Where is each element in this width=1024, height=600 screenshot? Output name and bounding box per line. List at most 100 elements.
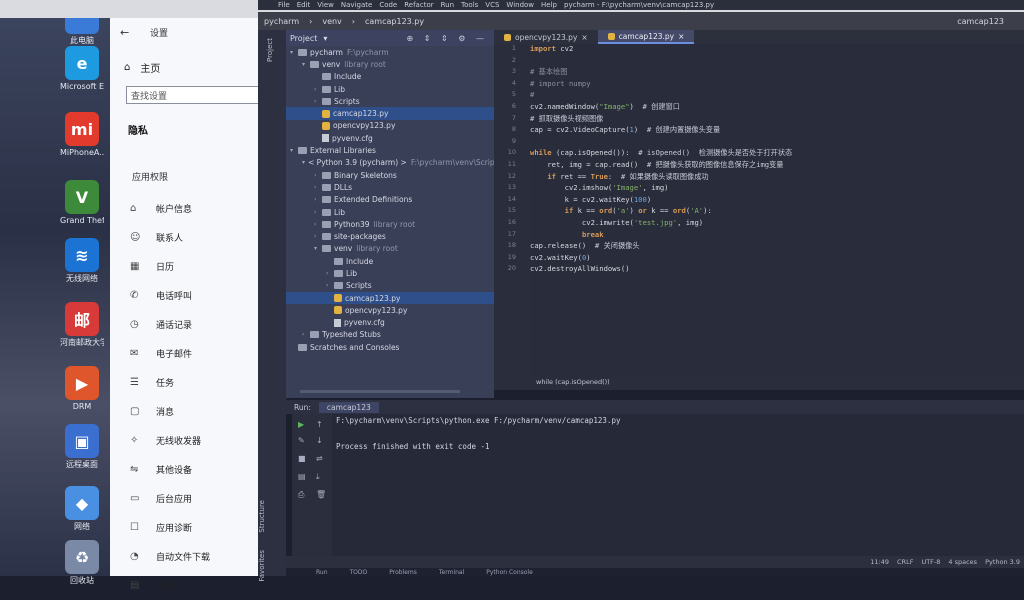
menu-item[interactable]: Navigate <box>341 1 372 9</box>
scroll-to-end-icon[interactable]: ⤓ <box>316 472 326 481</box>
expand-arrow-icon[interactable]: › <box>302 331 310 338</box>
settings-nav-item[interactable]: ☺ 联系人 <box>130 223 210 252</box>
chevron-down-icon[interactable]: ▾ <box>323 34 327 43</box>
desktop-icon[interactable]: ▶ DRM <box>60 366 104 411</box>
status-item[interactable]: Python 3.9 <box>985 558 1020 566</box>
tree-node[interactable]: Include <box>286 255 494 267</box>
expand-arrow-icon[interactable]: › <box>314 196 322 203</box>
favorites-side-tab[interactable]: Favorites <box>258 550 266 582</box>
run-console-output[interactable]: F:\pycharm\venv\Scripts\python.exe F:/py… <box>332 414 1024 566</box>
breadcrumb-venv[interactable]: venv <box>322 17 341 26</box>
tree-node[interactable]: camcap123.py <box>286 291 494 305</box>
expand-arrow-icon[interactable]: ▾ <box>302 61 310 68</box>
layout-icon[interactable]: ▤ <box>298 472 308 481</box>
tree-node[interactable]: › Extended Definitions <box>286 194 494 206</box>
settings-nav-item[interactable]: ✧ 无线收发器 <box>130 426 210 455</box>
expand-arrow-icon[interactable]: › <box>314 209 322 216</box>
settings-search-input[interactable]: 查找设置 <box>126 86 260 104</box>
expand-arrow-icon[interactable]: ▾ <box>302 159 305 166</box>
settings-nav-item[interactable]: ✉ 电子邮件 <box>130 339 210 368</box>
desktop-icon[interactable]: ▣ 远程桌面 <box>60 424 104 469</box>
expand-arrow-icon[interactable]: › <box>314 98 322 105</box>
tree-node[interactable]: ▾ < Python 3.9 (pycharm) > F:\pycharm\venv… <box>286 157 495 169</box>
expand-arrow-icon[interactable]: ▾ <box>290 147 298 154</box>
project-toolbar-icons[interactable]: ⊕ ⇕ ⇕ ⚙ — <box>407 34 488 43</box>
desktop-icon[interactable]: e Microsoft Edge <box>60 46 104 91</box>
tree-node[interactable]: ▾ pycharm F:\pycharm <box>286 46 494 58</box>
project-view-selector[interactable]: Project <box>290 34 317 43</box>
tree-node[interactable]: › DLLs <box>286 181 494 193</box>
tree-node[interactable]: › Lib <box>286 206 494 218</box>
tree-node[interactable]: Include <box>286 71 494 83</box>
expand-arrow-icon[interactable]: › <box>314 86 322 93</box>
editor-tab[interactable]: opencvpy123.py × <box>494 30 598 44</box>
tree-node[interactable]: › site-packages <box>286 230 494 242</box>
desktop-icon[interactable]: mi MiPhoneA... <box>60 112 104 157</box>
settings-home[interactable]: ⌂ 主页 <box>124 60 160 75</box>
back-arrow-icon[interactable]: ← <box>120 26 129 39</box>
tree-node[interactable]: › Lib <box>286 83 494 95</box>
close-icon[interactable]: × <box>581 33 587 42</box>
expand-arrow-icon[interactable]: › <box>314 221 322 228</box>
menu-item[interactable]: Window <box>506 1 534 9</box>
status-item[interactable]: 4 spaces <box>948 558 977 566</box>
expand-arrow-icon[interactable]: › <box>314 233 322 240</box>
tree-node[interactable]: Scratches and Consoles <box>286 341 494 353</box>
bottom-tool-tab[interactable]: Problems <box>389 569 417 576</box>
status-item[interactable]: CRLF <box>897 558 913 566</box>
print-icon[interactable]: ⎙ <box>298 490 308 499</box>
tree-node[interactable]: ▾ venv library root <box>286 243 494 255</box>
project-horizontal-scrollbar[interactable] <box>300 390 460 393</box>
project-side-tab[interactable]: Project <box>266 38 274 62</box>
tree-node[interactable]: › Scripts <box>286 280 494 292</box>
desktop-icon[interactable]: ≋ 无线网络 <box>60 238 104 283</box>
scroll-down-icon[interactable]: ↓ <box>316 436 326 445</box>
menu-item[interactable]: VCS <box>485 1 499 9</box>
tree-node[interactable]: › Binary Skeletons <box>286 169 494 181</box>
bottom-tool-tab[interactable]: Terminal <box>439 569 464 576</box>
tree-node[interactable]: › Typeshed Stubs <box>286 329 494 341</box>
settings-nav-item[interactable]: ◔ 自动文件下载 <box>130 542 210 571</box>
expand-arrow-icon[interactable]: › <box>326 270 334 277</box>
settings-nav-item[interactable]: ✆ 电话呼叫 <box>130 281 210 310</box>
wrench-icon[interactable]: ✎ <box>298 436 308 445</box>
menu-item[interactable]: Tools <box>461 1 478 9</box>
desktop-icon[interactable]: ♻ 回收站 <box>60 540 104 585</box>
close-icon[interactable]: × <box>678 32 684 41</box>
settings-nav-item[interactable]: ◷ 通话记录 <box>130 310 210 339</box>
menu-item[interactable]: Run <box>441 1 454 9</box>
run-config-selector[interactable]: camcap123 <box>957 17 1004 26</box>
bottom-tool-tab[interactable]: Python Console <box>486 569 533 576</box>
settings-nav-item[interactable]: ▢ 消息 <box>130 397 210 426</box>
settings-nav-item[interactable]: ☰ 任务 <box>130 368 210 397</box>
settings-nav-item[interactable]: ⇋ 其他设备 <box>130 455 210 484</box>
menu-item[interactable]: File <box>278 1 290 9</box>
code-breadcrumb[interactable]: while (cap.isOpened()) <box>530 378 1024 390</box>
stop-icon[interactable]: ■ <box>298 454 308 463</box>
expand-arrow-icon[interactable]: › <box>314 172 322 179</box>
soft-wrap-icon[interactable]: ⇌ <box>316 454 326 463</box>
scroll-up-icon[interactable]: ↑ <box>316 420 326 429</box>
menu-item[interactable]: Refactor <box>404 1 433 9</box>
tree-node[interactable]: opencvpy123.py <box>286 304 494 316</box>
tree-node[interactable]: camcap123.py <box>286 107 494 120</box>
bottom-tool-tab[interactable]: Run <box>316 569 328 576</box>
menu-item[interactable]: Code <box>379 1 397 9</box>
breadcrumb-file[interactable]: camcap123.py <box>365 17 424 26</box>
desktop-icon[interactable]: 邮河南邮政大学 <box>60 302 104 347</box>
menu-item[interactable]: pycharm - F:\pycharm\venv\camcap123.py <box>564 1 714 9</box>
tree-node[interactable]: ▾ venv library root <box>286 58 494 70</box>
settings-nav-item[interactable]: ▤ 文档 <box>130 571 210 600</box>
expand-arrow-icon[interactable]: ▾ <box>314 245 322 252</box>
tree-node[interactable]: ▾ External Libraries <box>286 144 494 156</box>
code-editor[interactable]: import cv2 # 基本绘图 # import numpy # cv2.named… <box>530 44 1024 378</box>
desktop-icon[interactable]: ◆ 网络 <box>60 486 104 531</box>
menu-item[interactable]: Help <box>541 1 557 9</box>
clear-icon[interactable]: 🗑 <box>316 490 326 499</box>
expand-arrow-icon[interactable]: › <box>314 184 322 191</box>
bottom-tool-tab[interactable]: TODO <box>350 569 368 576</box>
tree-node[interactable]: pyvenv.cfg <box>286 132 494 144</box>
tree-node[interactable]: › Scripts <box>286 95 494 107</box>
run-tab-camcap123[interactable]: camcap123 <box>318 401 379 413</box>
expand-arrow-icon[interactable]: › <box>326 282 334 289</box>
